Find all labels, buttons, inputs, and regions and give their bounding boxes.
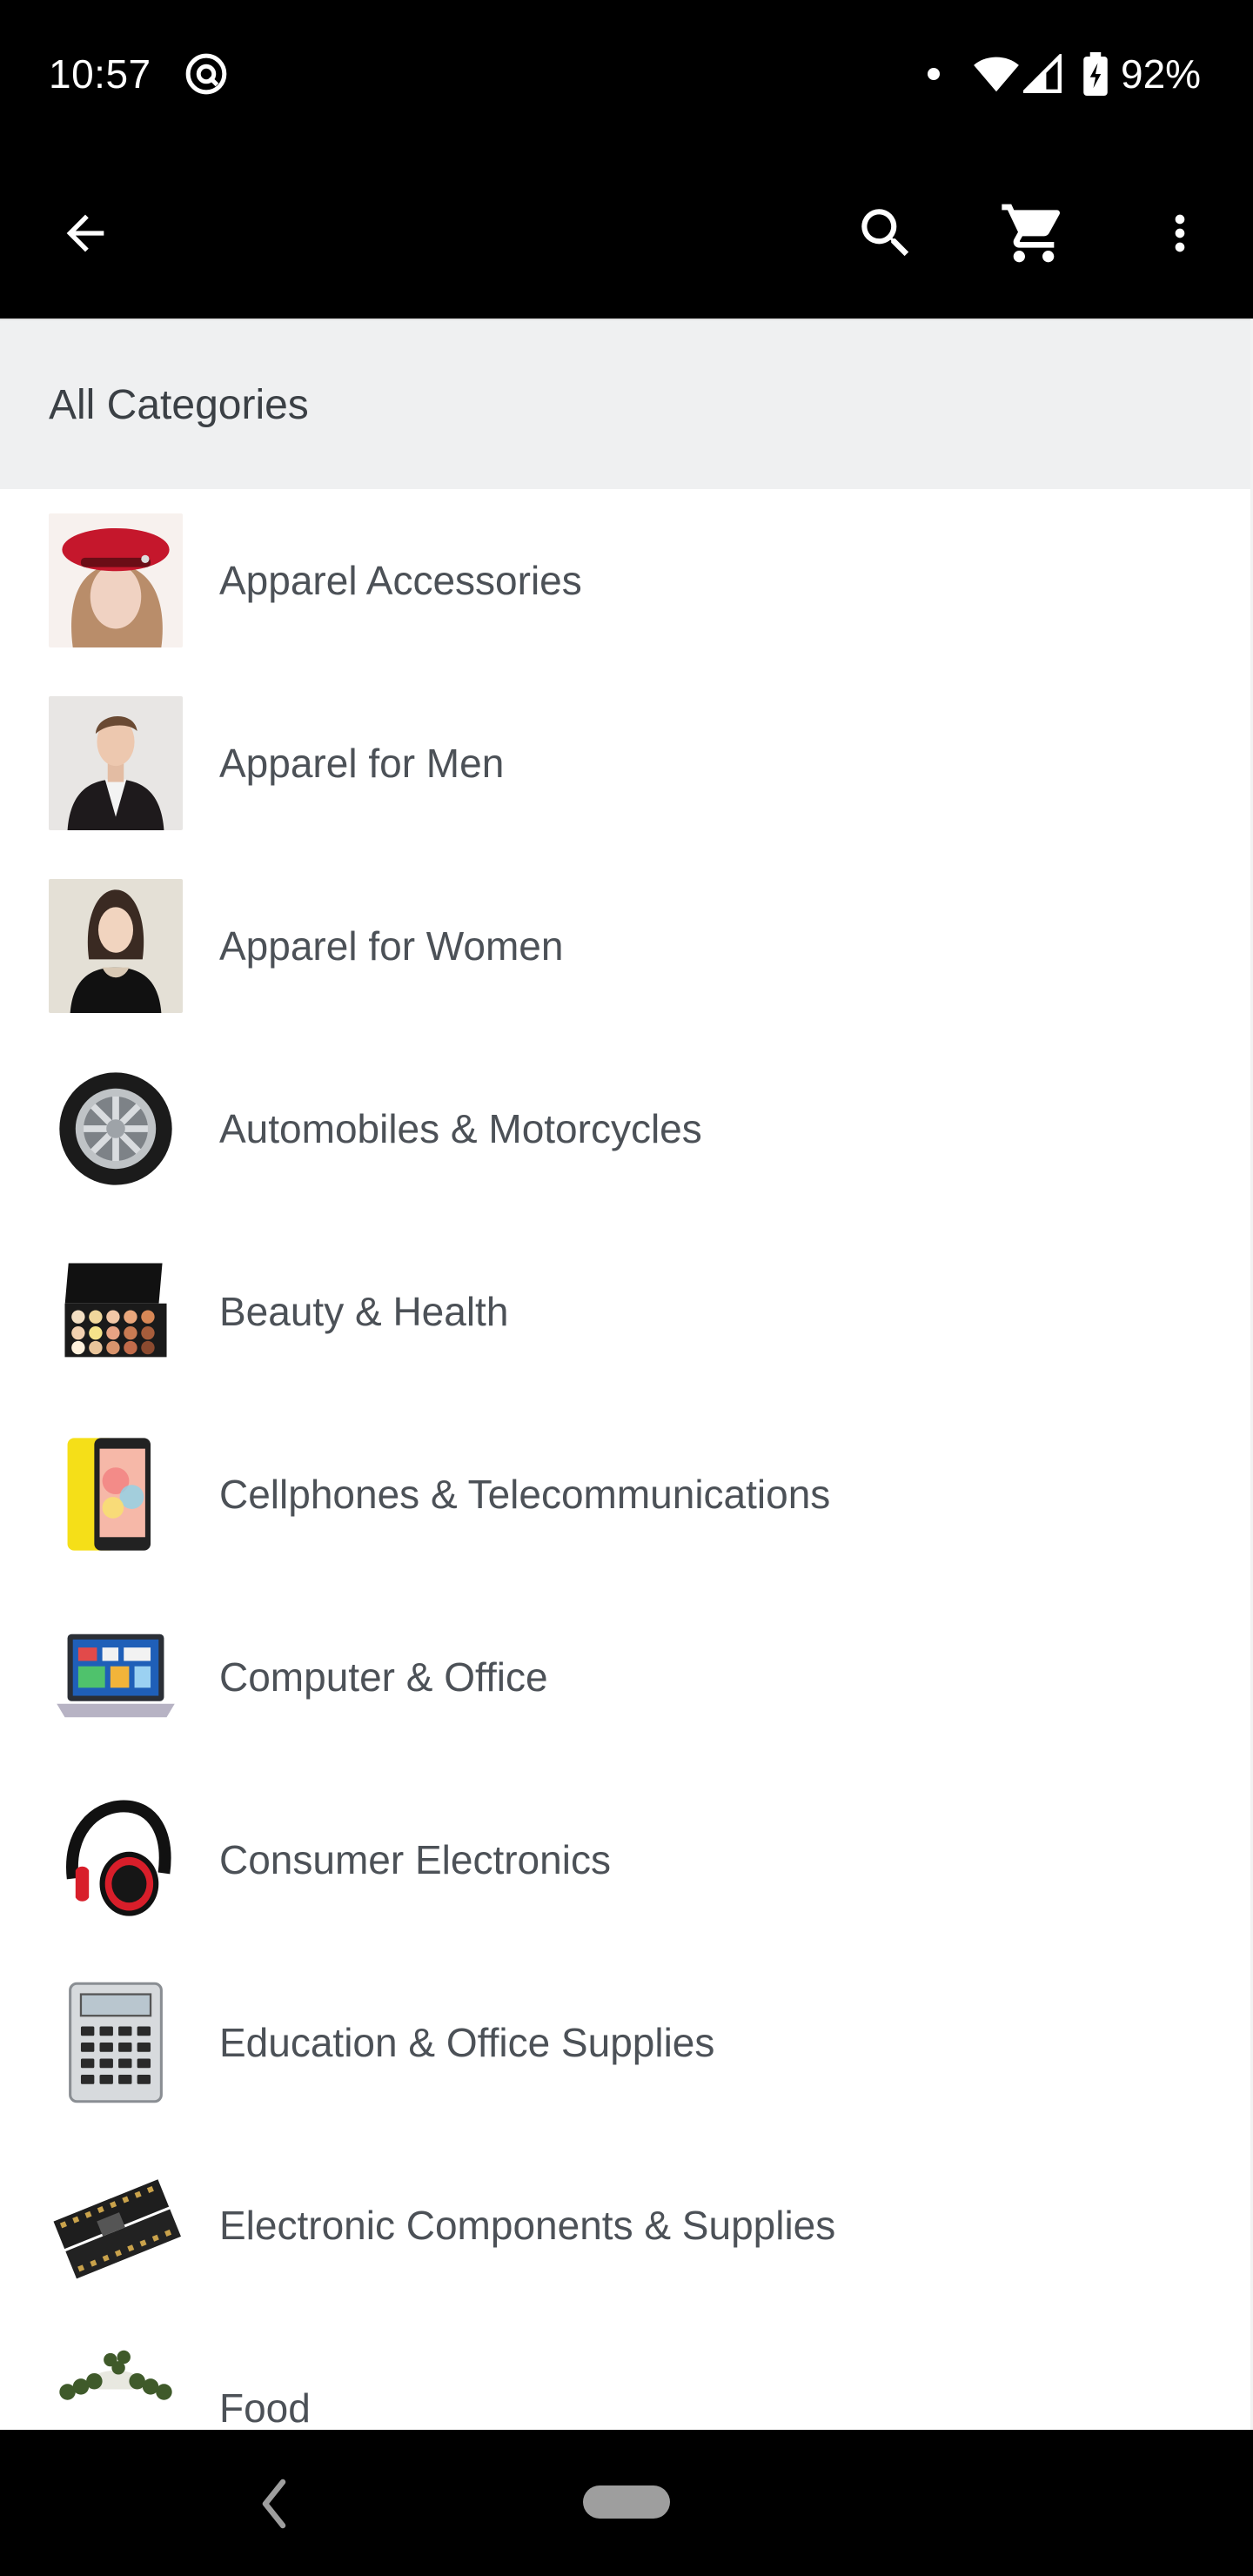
- search-button[interactable]: [837, 184, 935, 282]
- screen: 10:57 92% All Categories Apparel Accesso…: [0, 0, 1253, 2576]
- system-navigation-bar: [0, 2430, 1253, 2576]
- section-header: All Categories: [0, 319, 1253, 489]
- category-item-automobiles-motorcycles[interactable]: Automobiles & Motorcycles: [0, 1037, 1253, 1220]
- category-label: Cellphones & Telecommunications: [219, 1472, 831, 1517]
- category-thumbnail: [49, 1062, 183, 1196]
- tea-leaves-icon: [49, 2341, 183, 2430]
- category-item-education-office-supplies[interactable]: Education & Office Supplies: [0, 1951, 1253, 2134]
- category-thumbnail: [49, 1427, 183, 1561]
- category-thumbnail: [49, 1976, 183, 2110]
- category-thumbnail: [49, 513, 183, 647]
- status-time: 10:57: [49, 51, 151, 97]
- category-thumbnail: [49, 879, 183, 1013]
- search-icon: [861, 209, 909, 257]
- category-thumbnail: [49, 2341, 183, 2430]
- category-item-apparel-for-men[interactable]: Apparel for Men: [0, 672, 1253, 855]
- battery-percentage: 92%: [1121, 51, 1202, 97]
- arrow-back-icon: [66, 214, 104, 252]
- nav-back-icon[interactable]: [252, 2473, 296, 2534]
- category-thumbnail: [49, 1610, 183, 1744]
- red-beret-hat-icon: [49, 513, 183, 647]
- category-thumbnail: [49, 1793, 183, 1927]
- category-thumbnail: [49, 696, 183, 830]
- notification-dot-icon: [928, 68, 940, 80]
- category-item-cellphones-telecommunications[interactable]: Cellphones & Telecommunications: [0, 1403, 1253, 1586]
- category-label: Electronic Components & Supplies: [219, 2203, 836, 2248]
- content-area[interactable]: All Categories Apparel Accessories Appar…: [0, 319, 1253, 2430]
- status-bar: 10:57 92%: [0, 0, 1253, 148]
- category-item-consumer-electronics[interactable]: Consumer Electronics: [0, 1768, 1253, 1951]
- category-label: Apparel for Men: [219, 741, 505, 786]
- category-label: Apparel for Women: [219, 923, 564, 969]
- category-list: Apparel Accessories Apparel for Men Appa…: [0, 489, 1253, 2430]
- notification-app-icon: [185, 53, 227, 95]
- headphones-icon: [49, 1793, 183, 1927]
- category-label: Beauty & Health: [219, 1289, 509, 1334]
- category-thumbnail: [49, 2158, 183, 2292]
- wifi-icon: [974, 57, 1019, 92]
- category-label: Food: [219, 2385, 311, 2430]
- back-button[interactable]: [37, 184, 134, 282]
- laptop-icon: [49, 1610, 183, 1744]
- more-options-button[interactable]: [1131, 184, 1229, 282]
- cart-icon: [1002, 204, 1061, 263]
- cell-signal-icon: [1023, 54, 1062, 93]
- man-in-blazer-icon: [49, 696, 183, 830]
- woman-in-black-top-icon: [49, 879, 183, 1013]
- category-item-beauty-health[interactable]: Beauty & Health: [0, 1220, 1253, 1403]
- category-thumbnail: [49, 1244, 183, 1379]
- app-bar: [0, 148, 1253, 319]
- category-item-food[interactable]: Food: [0, 2317, 1253, 2430]
- circuit-board-icon: [49, 2158, 183, 2292]
- more-vert-icon: [1175, 214, 1185, 252]
- category-item-electronic-components-supplies[interactable]: Electronic Components & Supplies: [0, 2134, 1253, 2317]
- category-label: Automobiles & Motorcycles: [219, 1106, 702, 1151]
- category-label: Education & Office Supplies: [219, 2020, 715, 2065]
- calculator-icon: [49, 1976, 183, 2110]
- cart-button[interactable]: [985, 184, 1082, 282]
- category-label: Consumer Electronics: [219, 1837, 611, 1882]
- category-label: Apparel Accessories: [219, 558, 582, 603]
- category-item-apparel-accessories[interactable]: Apparel Accessories: [0, 489, 1253, 672]
- smartphone-icon: [49, 1427, 183, 1561]
- category-label: Computer & Office: [219, 1654, 548, 1700]
- category-item-apparel-for-women[interactable]: Apparel for Women: [0, 855, 1253, 1037]
- car-wheel-icon: [49, 1062, 183, 1196]
- section-title: All Categories: [49, 381, 309, 428]
- battery-charging-icon: [1083, 52, 1108, 96]
- category-item-computer-office[interactable]: Computer & Office: [0, 1586, 1253, 1768]
- makeup-palette-icon: [49, 1244, 183, 1379]
- nav-home-pill[interactable]: [583, 2485, 670, 2519]
